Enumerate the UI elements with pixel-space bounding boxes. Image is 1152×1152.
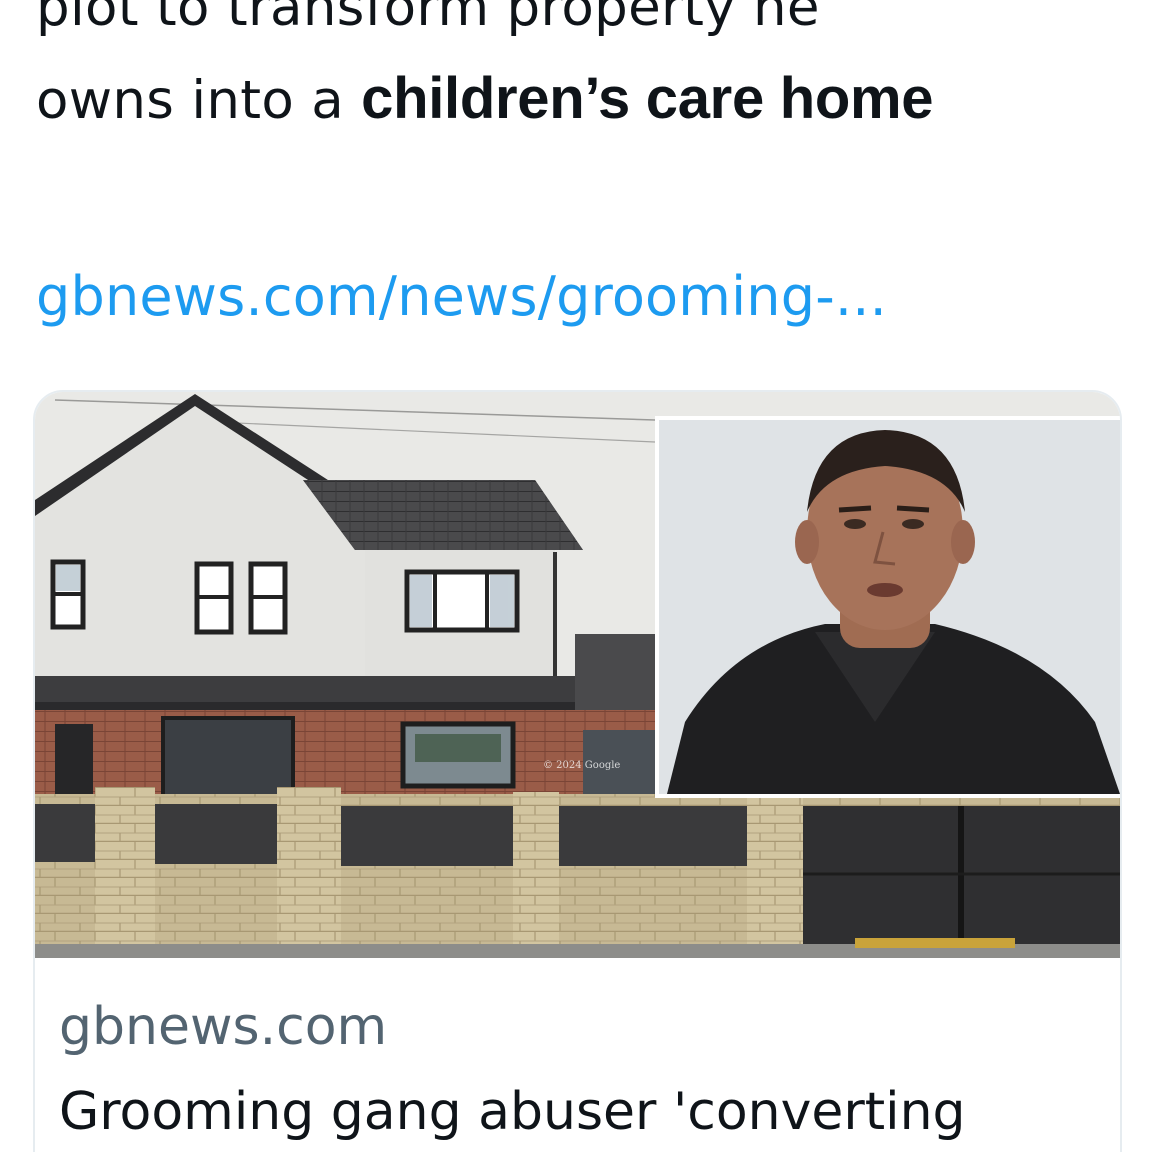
tweet-link[interactable]: gbnews.com/news/grooming-... [36,262,887,332]
card-image[interactable]: © 2024 Google [35,392,1120,958]
link-preview-card[interactable]: © 2024 Google gbnews.com Grooming gang a… [33,390,1122,1152]
mugshot-photo [655,416,1120,798]
tweet-text-line-2: owns into a children’s care home [36,53,1126,146]
card-domain: gbnews.com [59,997,388,1057]
image-watermark: © 2024 Google [543,760,620,771]
card-title: Grooming gang abuser 'converting [59,1082,966,1142]
tweet-text-bold: children’s care home [361,66,934,131]
tweet-text-line-1: plot to transform property he [36,0,820,38]
tweet-text: plot to transform property he owns into … [36,0,1126,146]
front-wall [35,787,1120,958]
tweet-text-regular: owns into a [36,70,362,131]
